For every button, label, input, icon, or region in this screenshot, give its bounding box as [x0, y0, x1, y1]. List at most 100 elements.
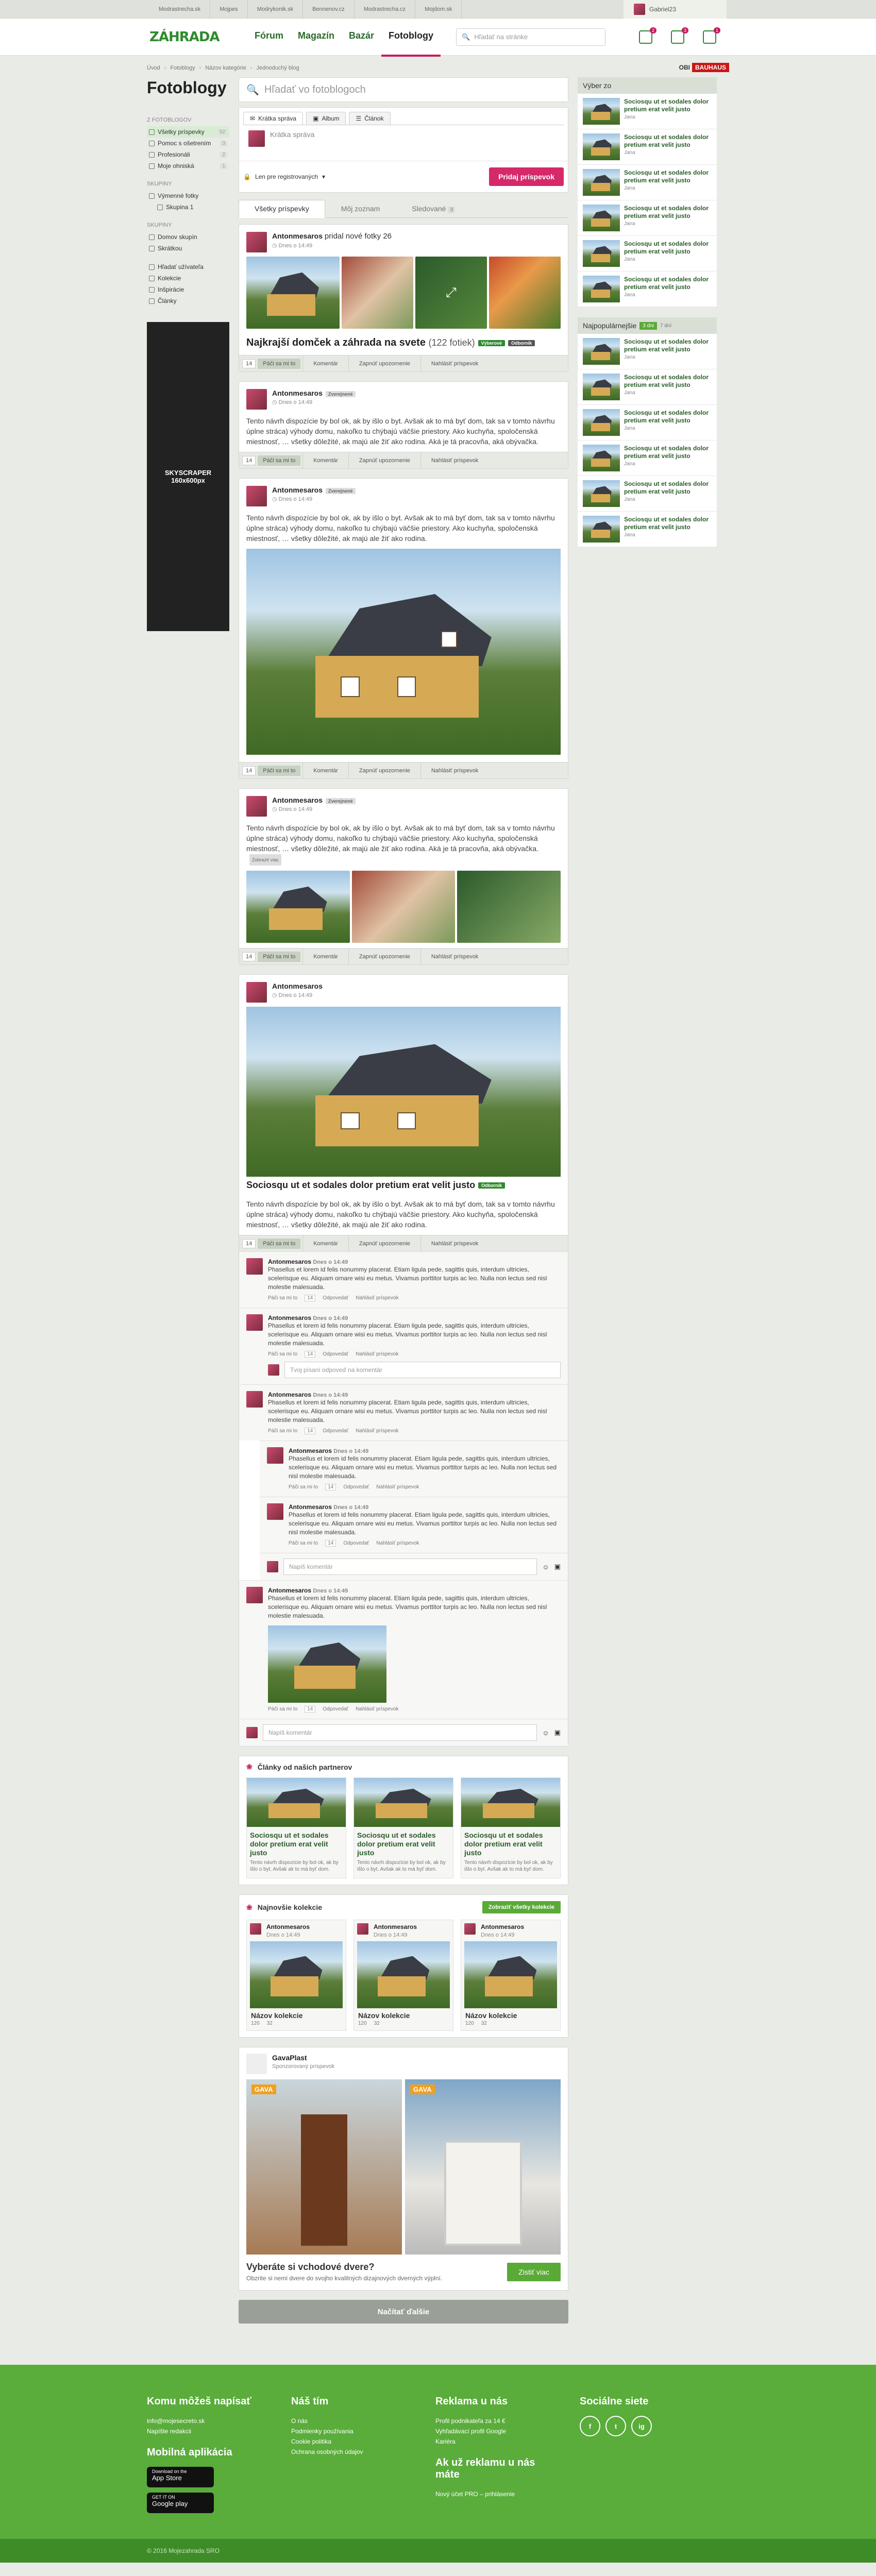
report-button[interactable]: Nahlásiť príspevok [420, 1235, 489, 1252]
reply-input[interactable]: Napíš komentár [283, 1558, 537, 1575]
article-card[interactable]: Sociosqu ut et sodales dolor pretium era… [461, 1777, 561, 1878]
comment-author[interactable]: Antonmesaros [289, 1447, 332, 1454]
twitter-icon[interactable]: t [605, 2416, 626, 2436]
sidebar-item[interactable]: Profesionáli 2 [147, 149, 229, 160]
sidebar-blog-item[interactable]: Sociosqu ut et sodales dolor pretium era… [578, 512, 717, 547]
google-play-button[interactable]: GET IT ON Google play [147, 2493, 214, 2513]
user-menu[interactable]: Gabriel23 [624, 0, 727, 19]
sidebar-blog-item[interactable]: Sociosqu ut et sodales dolor pretium era… [578, 369, 717, 405]
avatar[interactable] [246, 796, 267, 817]
submit-post-button[interactable]: Pridaj príspevok [489, 167, 564, 186]
photo[interactable]: ⤢ [415, 257, 487, 329]
avatar[interactable] [246, 486, 267, 506]
comment-author[interactable]: Antonmesaros [268, 1587, 311, 1594]
photo[interactable] [457, 871, 561, 943]
sidebar-item[interactable]: Moje ohniská 1 [147, 160, 229, 172]
like-button[interactable]: Páči sa mi to [258, 455, 301, 466]
comment-button[interactable]: Komentár [302, 762, 348, 779]
like-button[interactable]: Páči sa mi to [258, 1238, 301, 1249]
collection-card[interactable]: Antonmesaros Dnes o 14:49 Názov kolekcie 12… [353, 1920, 453, 2031]
tab-7-days[interactable]: 7 dní [660, 323, 671, 329]
topbar-link[interactable]: Modrastrecha.cz [355, 0, 416, 19]
topbar-link[interactable]: Modrykonik.sk [248, 0, 304, 19]
avatar[interactable] [246, 232, 267, 252]
comment-like-button[interactable]: Páči sa mi to [268, 1351, 297, 1357]
footer-link[interactable]: info@mojesecreto.sk [147, 2416, 271, 2426]
sidebar-blog-item[interactable]: Sociosqu ut et sodales dolor pretium era… [578, 440, 717, 476]
emoji-icon[interactable]: ☺ [542, 1563, 549, 1571]
footer-link[interactable]: Nový účet PRO – prihlásenie [435, 2489, 559, 2499]
topbar-link[interactable]: Mojpes [210, 0, 248, 19]
sidebar-blog-item[interactable]: Sociosqu ut et sodales dolor pretium era… [578, 334, 717, 369]
reply-button[interactable]: Odpovedať [323, 1428, 348, 1434]
reply-button[interactable]: Odpovedať [343, 1540, 369, 1546]
messages-icon[interactable]: 3 [671, 27, 688, 44]
post-title[interactable]: Najkrajší domček a záhrada na svete [246, 337, 426, 348]
facebook-icon[interactable]: f [580, 2416, 600, 2436]
composer-tab-article[interactable]: ☰ Článok [349, 112, 391, 125]
composer-tab-album[interactable]: ▣ Album [306, 112, 346, 125]
sidebar-item[interactable]: Pomoc s ošetrením 3 [147, 138, 229, 149]
crumb[interactable]: Úvod [147, 65, 160, 71]
sidebar-blog-item[interactable]: Sociosqu ut et sodales dolor pretium era… [578, 129, 717, 165]
comment-like-button[interactable]: Páči sa mi to [268, 1295, 297, 1301]
article-card[interactable]: Sociosqu ut et sodales dolor pretium era… [246, 1777, 346, 1878]
notify-button[interactable]: Zapnúť upozornenie [348, 762, 420, 779]
topbar-link[interactable]: Modrastrecha.sk [149, 0, 211, 19]
comment-report-button[interactable]: Nahlásiť príspevok [376, 1484, 419, 1490]
comment-like-button[interactable]: Páči sa mi to [268, 1706, 297, 1712]
topbar-link[interactable]: Bennenov.cz [303, 0, 355, 19]
avatar[interactable] [246, 982, 267, 1003]
post-photo[interactable] [246, 549, 561, 755]
sidebar-item[interactable]: Domov skupín [147, 231, 229, 243]
sidebar-item[interactable]: Výmenné fotky [147, 190, 229, 201]
sidebar-item[interactable]: Inšpirácie [147, 284, 229, 295]
sponsor-image[interactable]: GAVA [246, 2079, 402, 2255]
photo[interactable] [246, 871, 350, 943]
sponsor-logos[interactable]: OBI BAUHAUS [679, 63, 729, 72]
author-name[interactable]: Antonmesaros [272, 389, 323, 397]
sidebar-item[interactable]: Skrátkou [147, 243, 229, 254]
comment-like-button[interactable]: Páči sa mi to [268, 1428, 297, 1434]
comment-author[interactable]: Antonmesaros [268, 1258, 311, 1265]
tab-all[interactable]: Všetky príspevky [239, 200, 325, 218]
friends-icon[interactable]: 2 [639, 27, 656, 44]
avatar[interactable] [246, 1587, 263, 1603]
comment-report-button[interactable]: Nahlásiť príspevok [376, 1540, 419, 1546]
avatar[interactable] [246, 389, 267, 410]
topbar-link[interactable]: Mojdom.sk [415, 0, 462, 19]
article-card[interactable]: Sociosqu ut et sodales dolor pretium era… [353, 1777, 453, 1878]
sponsor-image[interactable]: GAVA [405, 2079, 561, 2255]
sponsor-name[interactable]: GavaPlast [272, 2054, 334, 2062]
sidebar-item[interactable]: Kolekcie [147, 273, 229, 284]
blog-search-input[interactable]: 🔍 Hľadať vo fotoblogoch [239, 77, 568, 102]
sidebar-item[interactable]: Hľadať užívateľa [147, 261, 229, 273]
composer-textarea[interactable]: Krátka správa [243, 125, 564, 161]
app-store-button[interactable]: Download on the App Store [147, 2467, 214, 2487]
nav-fotoblogy[interactable]: Fotoblogy [381, 17, 441, 57]
comment-report-button[interactable]: Nahlásiť príspevok [356, 1295, 398, 1301]
visibility-select[interactable]: Len pre registrovaných [255, 173, 318, 180]
comment-author[interactable]: Antonmesaros [268, 1391, 311, 1398]
learn-more-button[interactable]: Zistiť viac [507, 2262, 561, 2281]
crumb[interactable]: Názov kategórie [205, 65, 246, 71]
logo[interactable]: ZÁHRADA [149, 29, 247, 45]
reply-button[interactable]: Odpovedať [343, 1484, 369, 1490]
collection-card[interactable]: Antonmesaros Dnes o 14:49 Názov kolekcie 12… [246, 1920, 346, 2031]
comment-report-button[interactable]: Nahlásiť príspevok [356, 1706, 398, 1712]
author-name[interactable]: Antonmesaros [272, 982, 323, 990]
comment-button[interactable]: Komentár [302, 1235, 348, 1252]
comment-author[interactable]: Antonmesaros [289, 1503, 332, 1511]
reply-input[interactable]: Tvoj písaní odpoveď na komentár [284, 1362, 561, 1378]
sidebar-blog-item[interactable]: Sociosqu ut et sodales dolor pretium era… [578, 94, 717, 129]
composer-tab-message[interactable]: ✉ Krátka správa [243, 112, 304, 125]
avatar[interactable] [246, 1391, 263, 1408]
comment-button[interactable]: Komentár [302, 948, 348, 965]
notify-button[interactable]: Zapnúť upozornenie [348, 948, 420, 965]
nav-magazin[interactable]: Magazín [291, 17, 342, 57]
notify-button[interactable]: Zapnúť upozornenie [348, 452, 420, 469]
footer-link[interactable]: Cookie politika [291, 2436, 415, 2447]
sidebar-blog-item[interactable]: Sociosqu ut et sodales dolor pretium era… [578, 236, 717, 272]
sidebar-blog-item[interactable]: Sociosqu ut et sodales dolor pretium era… [578, 200, 717, 236]
like-button[interactable]: Páči sa mi to [258, 765, 301, 776]
